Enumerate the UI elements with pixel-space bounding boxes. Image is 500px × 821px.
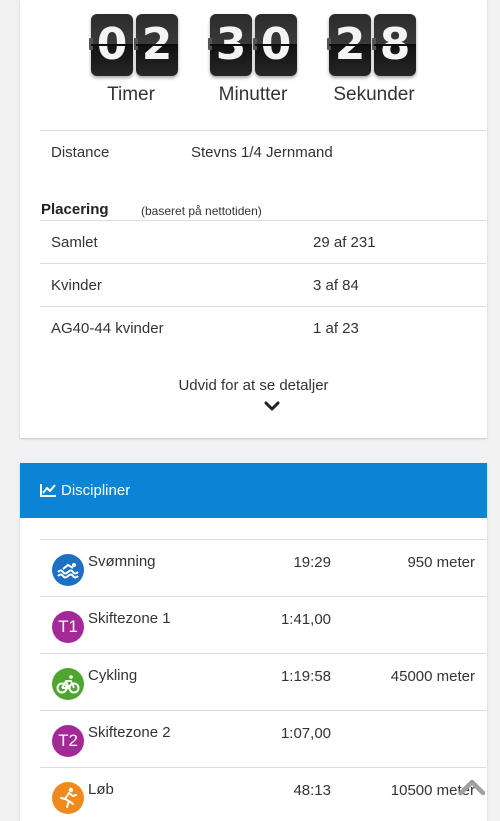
seconds-digit-1: 2 bbox=[327, 14, 371, 76]
distance-value: Stevns 1/4 Jernmand bbox=[191, 144, 333, 161]
placering-title: Placering bbox=[41, 201, 109, 218]
swim-icon bbox=[52, 554, 84, 586]
discipline-row: Løb 48:13 10500 meter bbox=[40, 767, 486, 821]
discipline-name: Cykling bbox=[88, 667, 138, 684]
discipline-distance: 45000 meter bbox=[390, 668, 475, 685]
hours-label: Timer bbox=[107, 84, 155, 105]
discipline-row: Svømning 19:29 950 meter bbox=[40, 539, 486, 596]
discipline-name: Skiftezone 2 bbox=[88, 724, 171, 741]
seconds-label: Sekunder bbox=[333, 84, 415, 105]
hours-display: 0 2 bbox=[89, 14, 178, 76]
distance-row: Distance Stevns 1/4 Jernmand bbox=[40, 130, 486, 173]
discipline-time: 1:41,00 bbox=[280, 611, 331, 628]
discipline-name: Løb bbox=[88, 781, 114, 798]
hours-digit-2: 2 bbox=[134, 14, 178, 76]
discipline-time: 1:07,00 bbox=[280, 725, 331, 742]
discipliner-header[interactable]: Discipliner bbox=[20, 463, 487, 518]
run-icon bbox=[52, 782, 84, 814]
placement-label: Samlet bbox=[51, 234, 98, 251]
t1-icon: T1 bbox=[52, 611, 84, 643]
minutes-label: Minutter bbox=[218, 84, 288, 105]
result-card: 0 2 Timer 3 0 Minutter 2 8 Sekunder Dist… bbox=[20, 0, 487, 438]
placement-row: Samlet 29 af 231 bbox=[40, 220, 486, 263]
discipliner-card: Discipliner Svømning 19:29 950 meter T1 … bbox=[20, 463, 487, 821]
placement-value: 3 af 84 bbox=[313, 277, 359, 294]
discipline-time: 1:19:58 bbox=[280, 668, 331, 685]
expand-details-link[interactable]: Udvid for at se detaljer bbox=[20, 377, 487, 394]
placement-value: 1 af 23 bbox=[313, 320, 359, 337]
distance-label: Distance bbox=[51, 144, 110, 161]
discipline-row: Cykling 1:19:58 45000 meter bbox=[40, 653, 486, 710]
minutes-digit-1: 3 bbox=[208, 14, 252, 76]
placement-row: AG40-44 kvinder 1 af 23 bbox=[40, 306, 486, 349]
t2-icon: T2 bbox=[52, 725, 84, 757]
seconds-digit-2: 8 bbox=[372, 14, 416, 76]
line-chart-icon bbox=[40, 484, 56, 497]
discipline-name: Skiftezone 1 bbox=[88, 610, 171, 627]
discipline-row: T1 Skiftezone 1 1:41,00 bbox=[40, 596, 486, 653]
placering-note: (baseret på nettotiden) bbox=[141, 204, 262, 218]
placement-label: Kvinder bbox=[51, 277, 102, 294]
discipline-row: T2 Skiftezone 2 1:07,00 bbox=[40, 710, 486, 767]
bike-icon bbox=[52, 668, 84, 700]
seconds-display: 2 8 bbox=[327, 14, 416, 76]
placement-label: AG40-44 kvinder bbox=[51, 320, 164, 337]
hours-digit-1: 0 bbox=[89, 14, 133, 76]
minutes-display: 3 0 bbox=[208, 14, 297, 76]
discipliner-title: Discipliner bbox=[61, 482, 131, 499]
chevron-down-icon[interactable] bbox=[264, 401, 280, 413]
discipline-name: Svømning bbox=[88, 553, 156, 570]
discipline-time: 48:13 bbox=[293, 782, 331, 799]
discipline-time: 19:29 bbox=[293, 554, 331, 571]
placement-value: 29 af 231 bbox=[313, 234, 376, 251]
minutes-digit-2: 0 bbox=[253, 14, 297, 76]
placement-row: Kvinder 3 af 84 bbox=[40, 263, 486, 306]
discipline-distance: 950 meter bbox=[407, 554, 475, 571]
scroll-to-top-icon[interactable] bbox=[458, 778, 486, 796]
